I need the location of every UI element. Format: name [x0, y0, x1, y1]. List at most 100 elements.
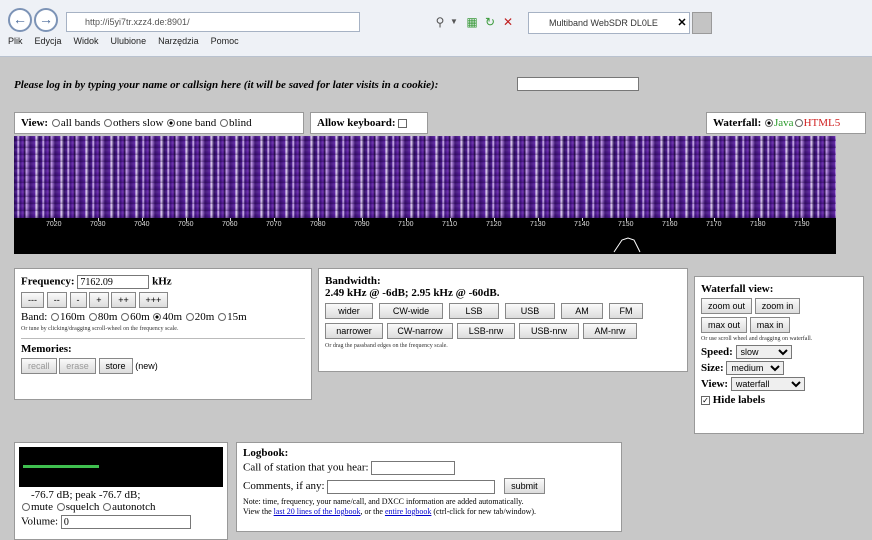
scale-tick-mark — [406, 218, 407, 221]
scale-tick-label: 7110 — [442, 221, 458, 228]
band-radio-60m[interactable] — [121, 313, 130, 322]
store-button[interactable]: store — [98, 358, 133, 374]
dropdown-arrow-icon[interactable]: ▼ — [446, 14, 462, 30]
view-radio-all-bands[interactable] — [51, 119, 60, 128]
back-icon[interactable]: ← — [8, 8, 32, 32]
allow-keyboard-checkbox[interactable] — [398, 118, 408, 128]
entire-logbook-link[interactable]: entire logbook — [385, 507, 431, 516]
view-option-others-slow: others slow — [113, 117, 164, 129]
band-radio-20m[interactable] — [185, 313, 194, 322]
band-radio-40m[interactable] — [153, 313, 162, 322]
speed-select[interactable]: slow — [735, 345, 792, 359]
login-name-input[interactable] — [517, 77, 639, 91]
mute-label: mute — [31, 501, 53, 513]
menu-item-edit[interactable]: Edycja — [35, 36, 62, 52]
scale-tick-label: 7050 — [178, 221, 194, 228]
frequency-input[interactable] — [77, 275, 150, 289]
logbook-view-mid: , or the — [360, 507, 383, 516]
menu-item-favorites[interactable]: Ulubione — [111, 36, 147, 52]
zoom-in-button[interactable]: zoom in — [754, 298, 801, 314]
fm-button[interactable]: FM — [609, 303, 643, 319]
scale-tick-mark — [142, 218, 143, 221]
menu-item-help[interactable]: Pomoc — [211, 36, 239, 52]
scale-tick-mark — [186, 218, 187, 221]
scale-tick-label: 7040 — [134, 221, 150, 228]
view-select[interactable]: waterfall — [730, 377, 805, 391]
step-up-1-button[interactable]: + — [89, 292, 109, 308]
am-button[interactable]: AM — [561, 303, 603, 319]
waterfall-mode-panel: Waterfall: Java HTML5 — [706, 112, 866, 134]
menu-item-view[interactable]: Widok — [74, 36, 99, 52]
address-bar[interactable]: http://i5yi7tr.xzz4.de:8901/ — [66, 12, 360, 32]
stop-icon[interactable]: ✕ — [500, 14, 516, 30]
wider-button[interactable]: wider — [325, 303, 373, 319]
scale-tick-mark — [494, 218, 495, 221]
band-option-160m: 160m — [60, 311, 86, 323]
step-down-1-button[interactable]: - — [69, 292, 87, 308]
forward-icon[interactable]: → — [34, 8, 58, 32]
scale-tick-label: 7070 — [266, 221, 282, 228]
memories-label: Memories: — [21, 343, 72, 355]
band-option-60m: 60m — [130, 311, 150, 323]
waterfall-radio-java[interactable] — [765, 119, 774, 128]
lsb-button[interactable]: LSB — [449, 303, 499, 319]
submit-button[interactable]: submit — [504, 478, 545, 494]
view-radio-one-band[interactable] — [167, 119, 176, 128]
usb-narrow-button[interactable]: USB-nrw — [519, 323, 579, 339]
scale-tick-label: 7160 — [662, 221, 678, 228]
hide-labels-checkbox[interactable]: ✓ — [701, 395, 710, 405]
logbook-panel: Logbook: Call of station that you hear: … — [236, 442, 622, 532]
step-down-3-button[interactable]: --- — [21, 292, 44, 308]
menu-item-tools[interactable]: Narzędzia — [158, 36, 199, 52]
passband-marker[interactable] — [613, 237, 641, 253]
erase-button[interactable]: erase — [59, 358, 96, 374]
memory-status: (new) — [135, 361, 158, 371]
waterfall-display[interactable] — [14, 136, 836, 218]
scale-tick-label: 7140 — [574, 221, 590, 228]
scale-tick-label: 7080 — [310, 221, 326, 228]
recall-button[interactable]: recall — [21, 358, 57, 374]
mute-checkbox[interactable] — [22, 503, 30, 512]
scale-tick-mark — [230, 218, 231, 221]
autonotch-checkbox[interactable] — [103, 503, 112, 512]
waterfall-radio-html5[interactable] — [794, 119, 803, 128]
band-radio-80m[interactable] — [88, 313, 97, 322]
refresh-icon[interactable]: ↻ — [482, 14, 498, 30]
cw-wide-button[interactable]: CW-wide — [379, 303, 443, 319]
band-radio-160m[interactable] — [51, 313, 60, 322]
scale-tick-mark — [582, 218, 583, 221]
frequency-scale[interactable]: 7020 7030 7040 7050 7060 7070 7080 7090 7100 7110… — [14, 218, 836, 254]
logbook-label: Logbook: — [243, 447, 289, 459]
view-radio-blind[interactable] — [219, 119, 228, 128]
max-in-button[interactable]: max in — [749, 317, 791, 333]
compatibility-icon[interactable]: ▦ — [464, 14, 480, 30]
volume-input[interactable] — [60, 515, 191, 529]
zoom-out-button[interactable]: zoom out — [701, 298, 753, 314]
max-out-button[interactable]: max out — [701, 317, 748, 333]
scale-tick-label: 7190 — [794, 221, 810, 228]
narrower-button[interactable]: narrower — [325, 323, 383, 339]
view-radio-others-slow[interactable] — [104, 119, 113, 128]
squelch-label: squelch — [65, 501, 100, 513]
browser-tab[interactable]: Multiband WebSDR DL0LE — [528, 12, 690, 34]
size-select[interactable]: medium — [726, 361, 785, 375]
band-radio-15m[interactable] — [218, 313, 227, 322]
keyboard-panel: Allow keyboard: — [310, 112, 428, 134]
scale-tick-label: 7120 — [486, 221, 502, 228]
call-input[interactable] — [371, 461, 456, 475]
last-20-lines-link[interactable]: last 20 lines of the logbook — [274, 507, 361, 516]
squelch-checkbox[interactable] — [56, 503, 65, 512]
view-option-all-bands: all bands — [60, 117, 101, 129]
cw-narrow-button[interactable]: CW-narrow — [387, 323, 453, 339]
usb-button[interactable]: USB — [505, 303, 555, 319]
close-tab-icon[interactable]: ✕ — [674, 15, 690, 31]
menu-item-file[interactable]: Plik — [8, 36, 23, 52]
step-up-2-button[interactable]: ++ — [111, 292, 136, 308]
step-down-2-button[interactable]: -- — [46, 292, 67, 308]
call-label: Call of station that you hear: — [243, 461, 369, 474]
step-up-3-button[interactable]: +++ — [138, 292, 169, 308]
comments-input[interactable] — [327, 479, 496, 494]
new-tab-button[interactable] — [692, 12, 712, 34]
am-narrow-button[interactable]: AM-nrw — [583, 323, 637, 339]
lsb-narrow-button[interactable]: LSB-nrw — [457, 323, 515, 339]
